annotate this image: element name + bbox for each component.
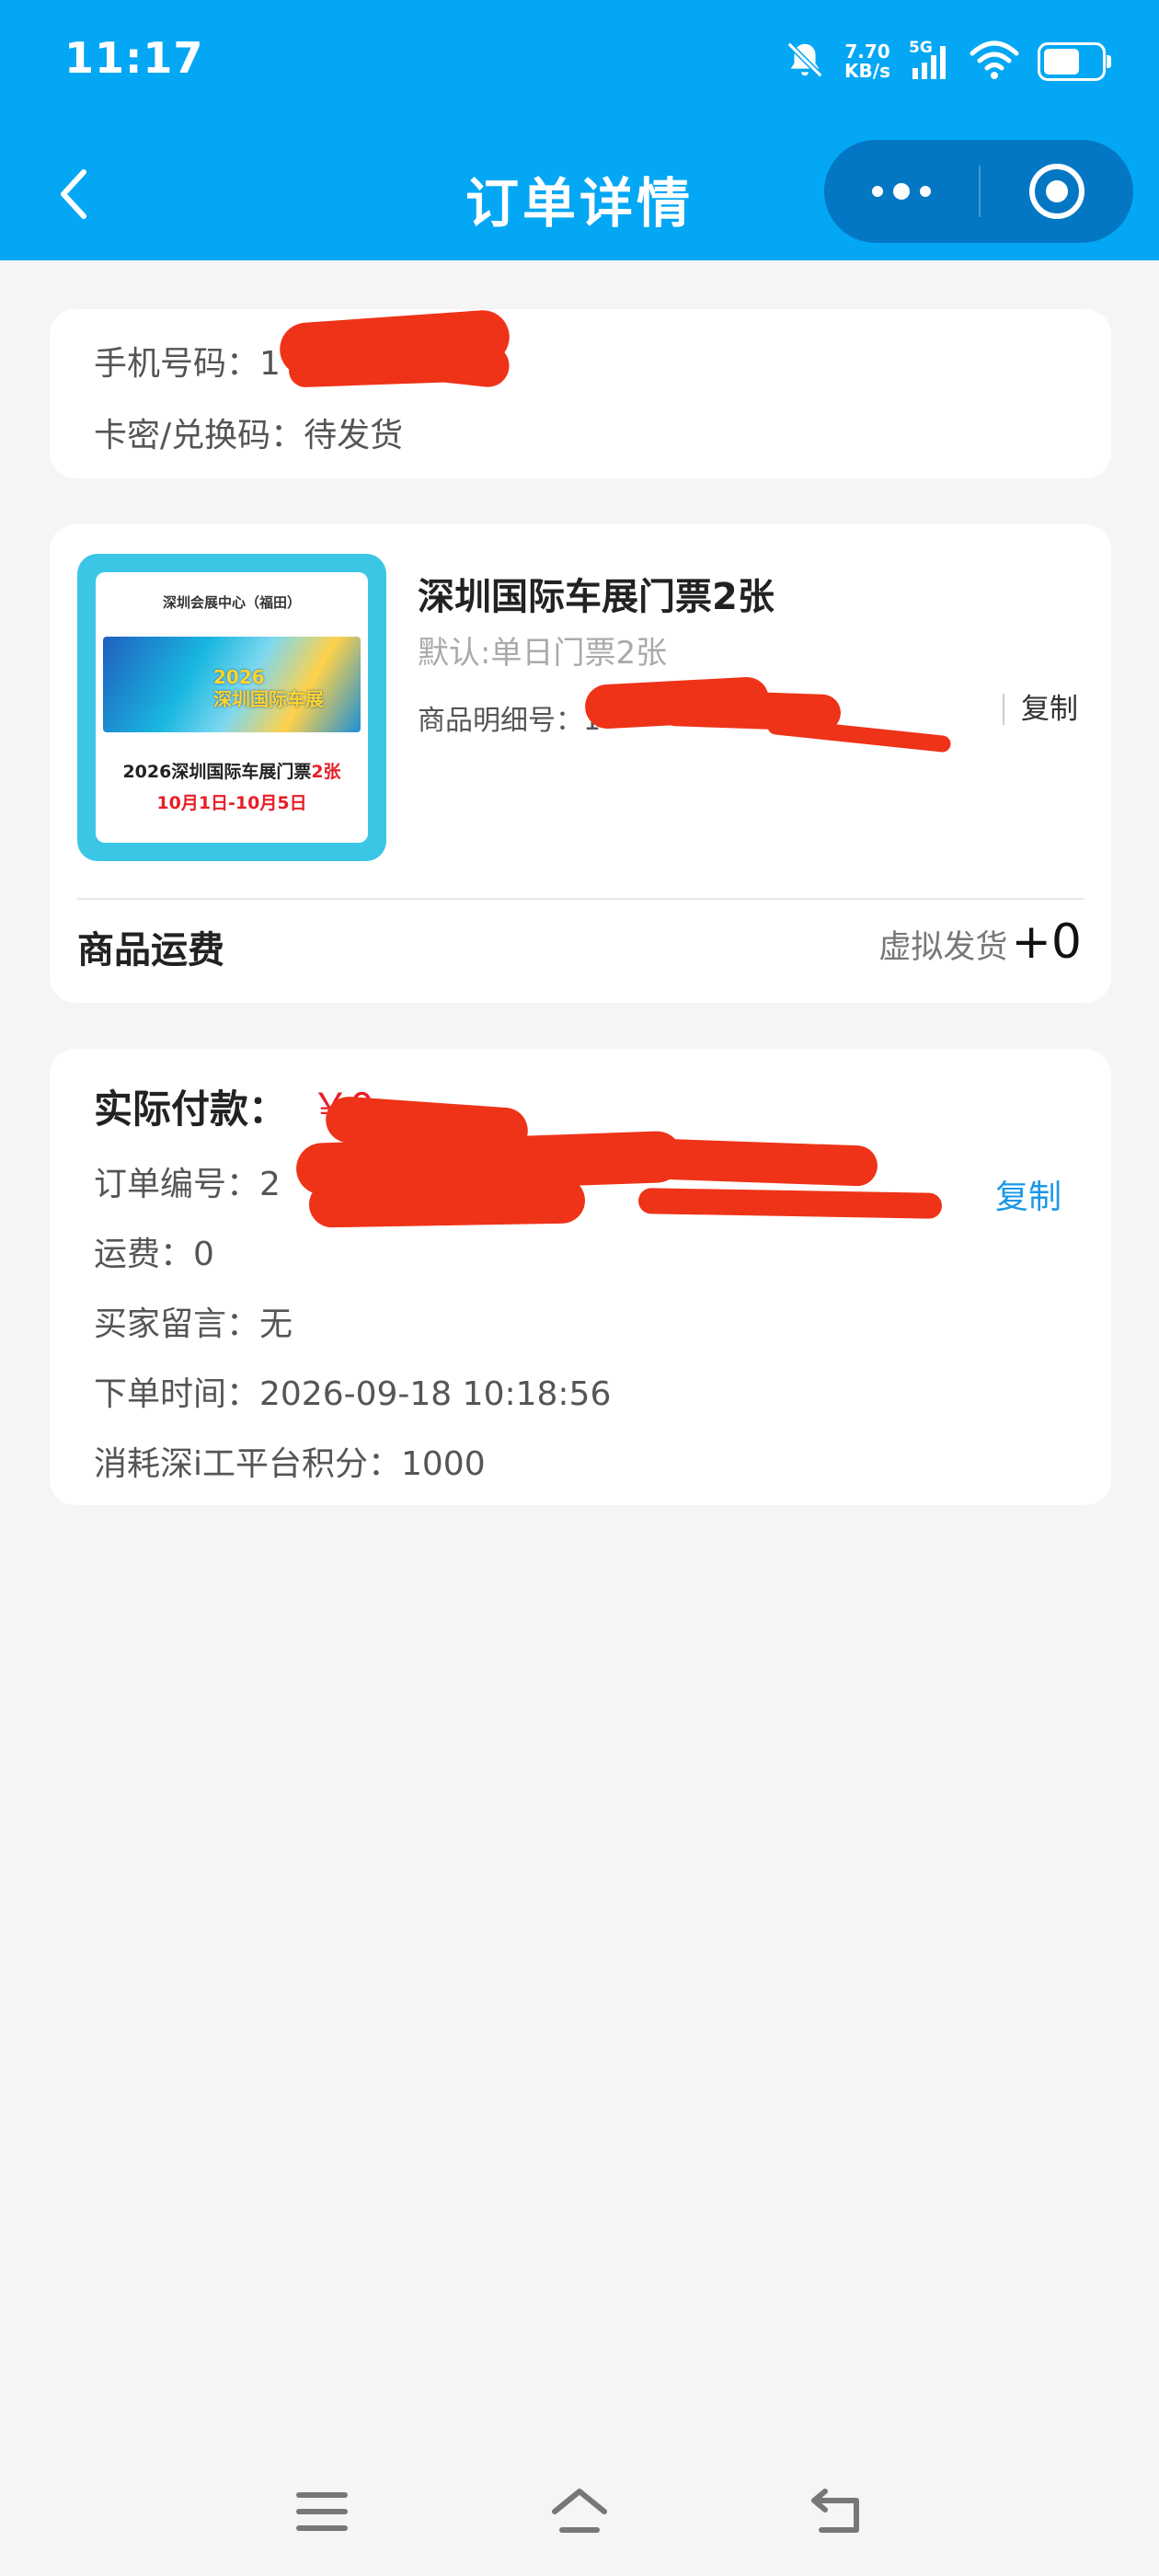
more-button[interactable] xyxy=(824,140,979,243)
image-dates: 10月1日-10月5日 xyxy=(156,793,307,813)
redaction-mark xyxy=(766,717,952,753)
product-title[interactable]: 深圳国际车展门票2张 xyxy=(418,567,775,620)
status-time: 11:17 xyxy=(64,33,204,83)
shipping-method: 虚拟发货 xyxy=(878,929,1008,966)
order-number-label: 订单编号： xyxy=(94,1166,260,1203)
image-banner-text: 2026 深圳国际车展 xyxy=(213,666,324,710)
close-button[interactable] xyxy=(981,140,1133,243)
payment-card: 实际付款： ￥0 订单编号：2 复制 运费：0 买家留言：无 下单时间：2026… xyxy=(50,1049,1111,1505)
back-icon xyxy=(811,2489,859,2533)
system-nav-bar xyxy=(0,2466,1159,2558)
phone-label: 手机号码： xyxy=(94,345,260,383)
product-spec: 默认:单日门票2张 xyxy=(418,635,668,672)
target-close-icon xyxy=(1029,164,1084,219)
order-number-row: 订单编号：2 xyxy=(94,1157,281,1205)
code-label: 卡密/兑换码： xyxy=(94,417,304,454)
bell-off-icon xyxy=(784,39,826,85)
redaction-mark xyxy=(308,1177,586,1228)
net-speed-unit: KB/s xyxy=(844,60,890,82)
code-value: 待发货 xyxy=(304,417,404,454)
header: 11:17 7.70 KB/s 5G 订单详情 xyxy=(0,0,1159,260)
image-banner-title: 深圳国际车展 xyxy=(213,688,324,710)
mini-program-capsule xyxy=(824,140,1133,243)
order-number-value: 2 xyxy=(259,1166,281,1203)
menu-button[interactable] xyxy=(287,2477,357,2547)
image-banner-year: 2026 xyxy=(213,666,265,688)
wifi-icon xyxy=(970,39,1019,85)
image-venue: 深圳会展中心（福田） xyxy=(162,594,301,611)
shipping-label: 商品运费 xyxy=(77,929,224,972)
redaction-mark xyxy=(288,348,474,388)
order-time-row: 下单时间：2026-09-18 10:18:56 xyxy=(94,1375,612,1413)
phone-row: 手机号码：1 xyxy=(94,337,281,385)
contact-card: 手机号码：1 卡密/兑换码：待发货 xyxy=(50,308,1111,478)
points-row: 消耗深i工平台积分：1000 xyxy=(94,1445,486,1483)
net-speed-value: 7.70 xyxy=(844,40,890,63)
product-detail-row: 商品明细号：1 xyxy=(418,697,601,738)
redaction-mark xyxy=(637,1188,943,1219)
product-image-inner: 深圳会展中心（福田） 2026 深圳国际车展 2026深圳国际车展门票2张 10… xyxy=(96,572,368,843)
menu-icon xyxy=(296,2492,348,2531)
image-banner: 2026 深圳国际车展 xyxy=(103,637,361,732)
home-icon xyxy=(552,2489,607,2533)
image-caption-highlight: 2张 xyxy=(311,762,341,782)
more-icon xyxy=(872,183,931,200)
battery-icon xyxy=(1038,42,1111,81)
detail-label: 商品明细号： xyxy=(418,705,583,737)
image-caption-prefix: 2026深圳国际车展门票 xyxy=(122,762,312,782)
copy-detail-button[interactable]: 复制 xyxy=(1003,694,1078,725)
product-image[interactable]: 深圳会展中心（福田） 2026 深圳国际车展 2026深圳国际车展门票2张 10… xyxy=(77,554,386,861)
buyer-note-row: 买家留言：无 xyxy=(94,1305,293,1343)
code-row: 卡密/兑换码：待发货 xyxy=(94,408,403,456)
copy-order-button[interactable]: 复制 xyxy=(995,1170,1061,1218)
freight-row: 运费：0 xyxy=(94,1236,214,1273)
product-card: 深圳会展中心（福田） 2026 深圳国际车展 2026深圳国际车展门票2张 10… xyxy=(50,524,1111,1003)
status-icons: 7.70 KB/s 5G xyxy=(784,37,1111,86)
shipping-value: 虚拟发货 +0 xyxy=(878,914,1082,970)
paid-label: 实际付款： xyxy=(94,1087,288,1132)
status-bar: 11:17 7.70 KB/s 5G xyxy=(0,0,1159,129)
back-nav-button[interactable] xyxy=(802,2477,872,2547)
shipping-amount: +0 xyxy=(1011,914,1082,970)
signal-icon: 5G xyxy=(909,39,951,83)
home-button[interactable] xyxy=(545,2477,614,2547)
divider xyxy=(77,898,1084,900)
net-speed: 7.70 KB/s xyxy=(844,42,890,81)
nav-bar: 订单详情 xyxy=(0,129,1159,260)
image-caption: 2026深圳国际车展门票2张 xyxy=(96,758,368,783)
phone-value: 1 xyxy=(259,345,281,383)
